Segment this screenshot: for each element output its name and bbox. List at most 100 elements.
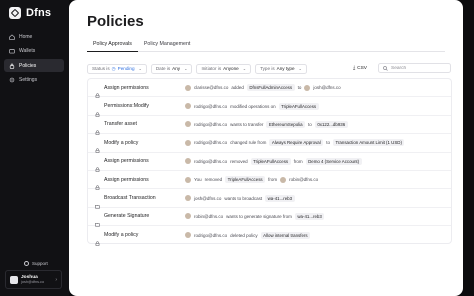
sidebar-item-label: Wallets — [19, 48, 36, 54]
avatar — [185, 121, 191, 128]
page-title: Policies — [87, 13, 144, 30]
folder-icon — [95, 214, 100, 227]
description-text: robin@dfns.co — [194, 213, 224, 219]
avatar — [185, 158, 191, 165]
wallet-icon — [9, 48, 15, 54]
sidebar-item-wallets[interactable]: Wallets — [4, 45, 64, 58]
table-row[interactable]: Modify a policy rodrigo@dfns.co changed ru… — [88, 134, 451, 154]
initiator-filter[interactable]: Initiator is Anyone ⌄ — [196, 63, 252, 74]
description-text: rodrigo@dfns.co — [194, 232, 228, 238]
lock-icon — [95, 159, 100, 172]
row-title: Transfer asset — [104, 121, 137, 128]
brand-name: Dfns — [26, 7, 52, 19]
table-row[interactable]: Broadcast Transaction josh@dfns.co wants t… — [88, 189, 451, 209]
description-text: from — [268, 177, 278, 183]
sidebar: Dfns Home Wallets Policies Settings Support… — [0, 0, 69, 296]
support-label: Support — [32, 261, 48, 266]
gear-icon — [9, 77, 15, 83]
entity-chip: wa-41...reb3 — [294, 212, 325, 220]
download-icon: ⤓ — [353, 66, 356, 71]
filter-bar: Status is ◷ Pending ⌄ Date is Any ⌄ Init… — [87, 63, 452, 74]
date-filter-value: Any — [172, 66, 181, 71]
description-text: removed — [204, 177, 223, 183]
dfns-logo-icon — [9, 7, 21, 19]
description-text: robin@dfns.co — [289, 177, 319, 183]
lock-icon — [95, 122, 100, 135]
description-text: removed — [230, 158, 248, 164]
table-row[interactable]: Transfer asset rodrigo@dfns.co wants to tr… — [88, 116, 451, 135]
status-filter[interactable]: Status is ◷ Pending ⌄ — [87, 63, 147, 74]
description-text: rodrigo@dfns.co — [194, 140, 228, 146]
date-filter[interactable]: Date is Any ⌄ — [150, 63, 193, 74]
tab-policy-approvals[interactable]: Policy Approvals — [87, 39, 138, 52]
approvals-table: Assign permissions clarisse@dfns.co added D… — [87, 78, 452, 246]
lock-icon — [95, 177, 100, 191]
user-menu[interactable]: Joshua josh@dfns.co › — [5, 270, 62, 289]
chevron-down-icon: ⌄ — [138, 66, 142, 71]
policy-icon — [9, 63, 15, 69]
description-text: from — [293, 158, 303, 164]
search-box — [378, 63, 451, 73]
table-row[interactable]: Assign permissions You removed TripleAFullA… — [88, 171, 451, 191]
date-filter-label: Date is — [155, 66, 171, 71]
search-input[interactable] — [391, 65, 446, 71]
support-link[interactable]: Support — [24, 261, 48, 266]
entity-chip: DfnsFullAdminAccess — [246, 84, 295, 92]
description-text: rodrigo@dfns.co — [194, 158, 228, 164]
sidebar-item-home[interactable]: Home — [4, 30, 64, 43]
home-icon — [9, 33, 15, 40]
initiator-filter-label: Initiator is — [201, 66, 222, 71]
row-description: robin@dfns.co wants to generate signature… — [185, 212, 325, 220]
type-filter-label: Type is — [260, 66, 275, 71]
tab-policy-management[interactable]: Policy Management — [138, 39, 197, 52]
description-text: wants to broadcast — [224, 195, 263, 201]
type-filter[interactable]: Type is Any type ⌄ — [255, 63, 307, 74]
description-text: added — [231, 85, 244, 91]
description-text: You — [194, 177, 202, 183]
chevron-updown-icon: › — [55, 277, 57, 283]
help-icon — [24, 261, 29, 266]
row-title: Generate Signature — [104, 213, 150, 220]
row-title: Permissions:Modify — [104, 103, 149, 110]
table-row[interactable]: Assign permissions clarisse@dfns.co added D… — [88, 79, 451, 99]
tab-bar: Policy Approvals Policy Management — [87, 39, 445, 52]
status-filter-label: Status is — [92, 66, 110, 71]
row-title: Broadcast Transaction — [104, 195, 156, 202]
sidebar-item-label: Home — [19, 33, 33, 40]
row-description: rodrigo@dfns.co removed TripleAFullAccess f… — [185, 157, 362, 165]
avatar — [185, 139, 191, 146]
export-csv-button[interactable]: ⤓ CSV — [353, 63, 367, 73]
entity-chip: wa-41...reb3 — [265, 194, 295, 202]
clock-icon: ◷ — [111, 65, 116, 71]
description-text: changed rule from — [230, 140, 267, 146]
avatar — [185, 232, 191, 239]
sidebar-item-policies[interactable]: Policies — [4, 59, 64, 72]
initiator-filter-value: Anyone — [223, 66, 239, 71]
row-title: Assign permissions — [104, 84, 149, 91]
avatar — [10, 275, 18, 284]
table-row[interactable]: Generate Signature robin@dfns.co wants to … — [88, 208, 451, 227]
lock-icon — [95, 140, 100, 154]
table-row[interactable]: Permissions:Modify rodrigo@dfns.co modifie… — [88, 97, 451, 117]
entity-chip: TripleAFullAccess — [225, 176, 266, 184]
brand[interactable]: Dfns — [9, 7, 51, 19]
table-row[interactable]: Assign permissions rodrigo@dfns.co removed… — [88, 153, 451, 172]
row-title: Modify a policy — [104, 139, 139, 146]
avatar — [280, 176, 287, 183]
lock-icon — [95, 104, 100, 117]
table-row[interactable]: Modify a policy rodrigo@dfns.co deleted po… — [88, 226, 451, 246]
description-text: clarisse@dfns.co — [194, 85, 229, 91]
sidebar-item-label: Settings — [19, 77, 38, 83]
avatar — [185, 195, 191, 202]
csv-label: CSV — [357, 65, 367, 71]
folder-icon — [95, 196, 100, 209]
row-title: Modify a policy — [104, 232, 139, 239]
row-title: Assign permissions — [104, 158, 149, 165]
description-text: rodrigo@dfns.co — [194, 103, 228, 109]
row-description: You removed TripleAFullAccess from robin@dfn… — [185, 176, 319, 184]
sidebar-item-settings[interactable]: Settings — [4, 74, 64, 87]
entity-chip: 0x122...db936 — [314, 120, 348, 128]
description-text: rodrigo@dfns.co — [194, 121, 228, 127]
entity-chip: EthereumSepolia — [266, 120, 306, 128]
description-text: wants to transfer — [230, 121, 264, 127]
